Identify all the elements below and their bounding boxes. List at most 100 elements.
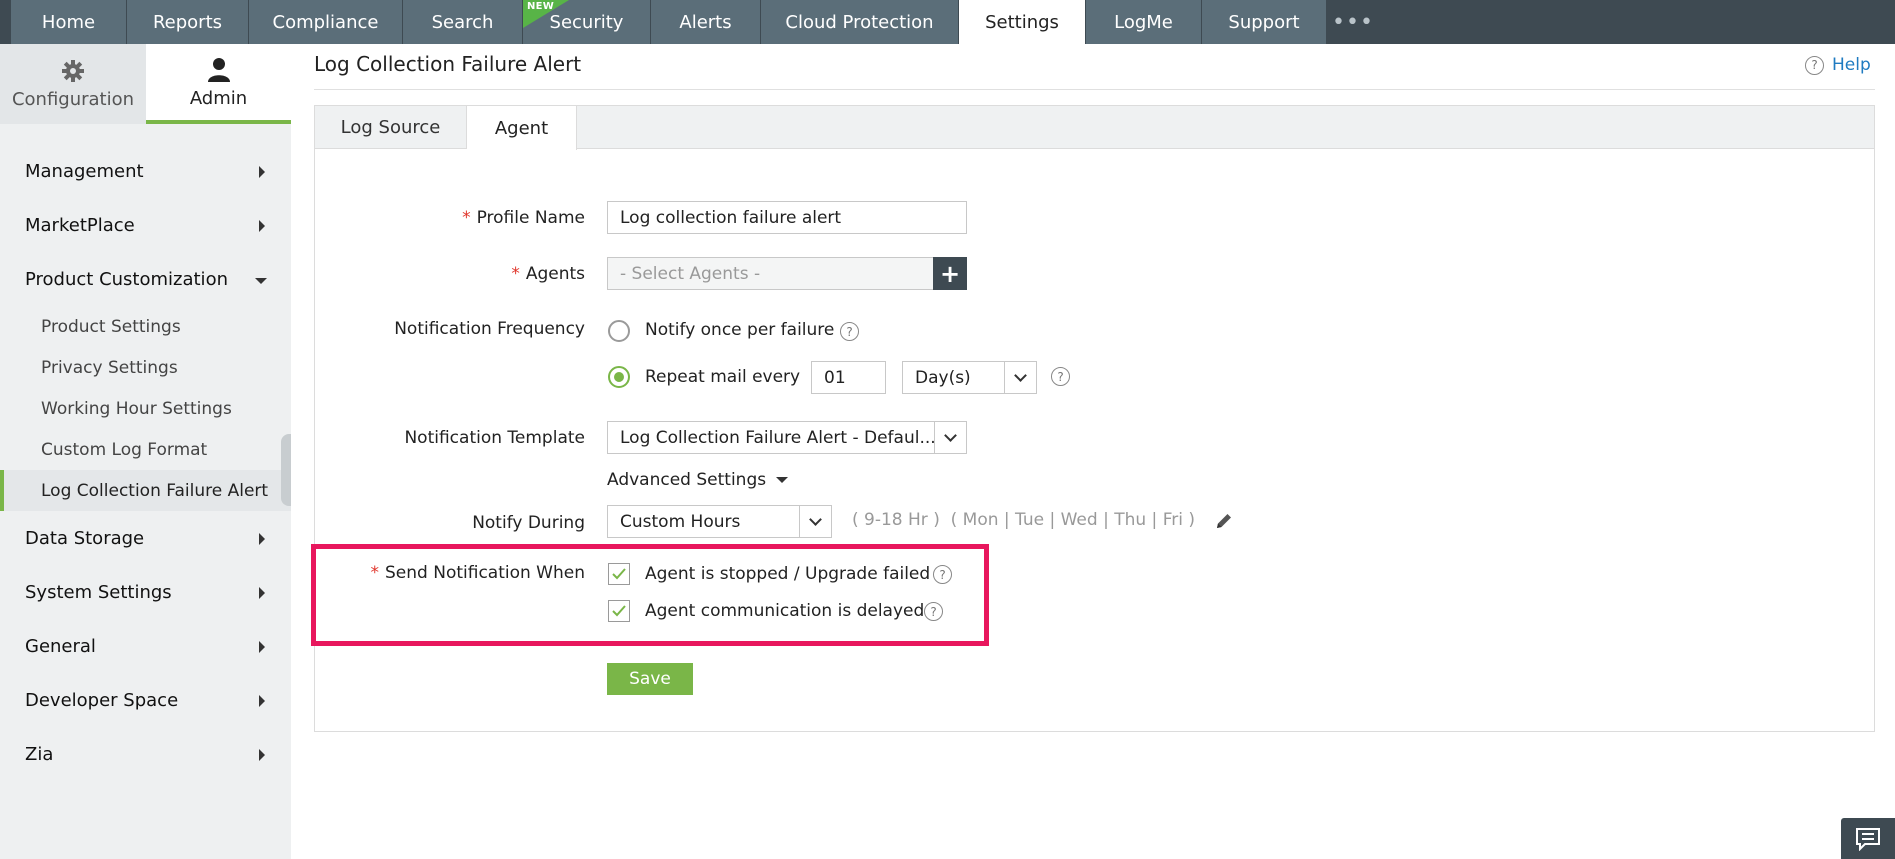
help-link[interactable]: ? Help xyxy=(1805,55,1871,75)
chevron-right-icon xyxy=(259,220,265,232)
save-button[interactable]: Save xyxy=(607,663,693,695)
chevron-right-icon xyxy=(259,166,265,178)
profile-name-input[interactable]: Log collection failure alert xyxy=(607,201,967,234)
notify-during-select[interactable]: Custom Hours xyxy=(607,505,832,538)
notification-template-select[interactable]: Log Collection Failure Alert - Defaul... xyxy=(607,421,967,454)
tab-agent[interactable]: Agent xyxy=(467,106,577,150)
checkmark-icon xyxy=(612,605,626,617)
sidebar-item-system-settings[interactable]: System Settings xyxy=(0,565,291,619)
sidebar-subitem-custom-log-format[interactable]: Custom Log Format xyxy=(0,429,291,470)
advanced-settings-label: Advanced Settings xyxy=(607,470,767,490)
sidebar-item-label: MarketPlace xyxy=(25,214,135,236)
required-mark: * xyxy=(462,208,471,228)
chevron-down-icon xyxy=(255,278,267,284)
notification-template-value: Log Collection Failure Alert - Defaul... xyxy=(620,427,936,448)
page-title: Log Collection Failure Alert xyxy=(314,52,582,76)
sidebar-item-developer-space[interactable]: Developer Space xyxy=(0,673,291,727)
sidebar-item-zia[interactable]: Zia xyxy=(0,727,291,781)
sidebar-item-label: Developer Space xyxy=(25,689,179,711)
notify-once-help-icon[interactable]: ? xyxy=(840,322,859,341)
agent-delayed-checkbox[interactable] xyxy=(608,600,630,622)
sidebar-item-product-customization[interactable]: Product Customization xyxy=(0,252,291,306)
sidebar-subitem-log-collection-failure-alert[interactable]: Log Collection Failure Alert xyxy=(0,470,291,511)
sidebar-item-label: Data Storage xyxy=(25,527,145,549)
content-tabbar: Log Source Agent xyxy=(315,106,1874,150)
advanced-settings-toggle[interactable]: Advanced Settings xyxy=(607,470,789,490)
title-divider xyxy=(314,89,1875,90)
sidebar-item-label: Product Customization xyxy=(25,268,228,290)
repeat-mail-radio[interactable] xyxy=(608,366,630,388)
chat-icon xyxy=(1856,827,1880,851)
sidebar-subitem-working-hour-settings[interactable]: Working Hour Settings xyxy=(0,388,291,429)
nav-tab-security[interactable]: NEW Security xyxy=(523,0,651,44)
gear-icon xyxy=(62,59,84,82)
pencil-edit-icon[interactable] xyxy=(1214,511,1234,531)
profile-name-label: * Profile Name xyxy=(380,208,585,228)
chevron-down-icon xyxy=(799,506,831,537)
repeat-unit-value: Day(s) xyxy=(915,367,971,388)
sidebar: Configuration Admin Management MarketPla… xyxy=(0,44,291,859)
profile-name-label-text: Profile Name xyxy=(476,208,585,228)
chevron-right-icon xyxy=(259,533,265,545)
nav-tab-cloud-protection[interactable]: Cloud Protection xyxy=(761,0,959,44)
sidebar-item-label: General xyxy=(25,635,96,657)
agent-stopped-help-icon[interactable]: ? xyxy=(933,565,952,584)
add-agent-button[interactable]: + xyxy=(933,257,967,290)
sidebar-tab-configuration-label: Configuration xyxy=(11,88,135,110)
sidebar-menu: Management MarketPlace Product Customiza… xyxy=(0,144,291,781)
custom-hours-summary: ( 9-18 Hr ) ( Mon | Tue | Wed | Thu | Fr… xyxy=(852,510,1195,530)
chevron-right-icon xyxy=(259,641,265,653)
notify-once-label: Notify once per failure xyxy=(645,320,835,340)
sidebar-tab-admin-label: Admin xyxy=(189,87,248,109)
user-icon xyxy=(207,57,230,82)
nav-tab-support[interactable]: Support xyxy=(1202,0,1327,44)
help-label: Help xyxy=(1832,55,1871,75)
nav-tab-logme[interactable]: LogMe xyxy=(1086,0,1202,44)
agent-stopped-checkbox[interactable] xyxy=(608,563,630,585)
nav-tab-home[interactable]: Home xyxy=(11,0,127,44)
agent-delayed-help-icon[interactable]: ? xyxy=(924,602,943,621)
sidebar-subitem-privacy-settings[interactable]: Privacy Settings xyxy=(0,347,291,388)
send-notification-when-label: * Send Notification When xyxy=(300,563,585,583)
tab-log-source[interactable]: Log Source xyxy=(315,106,467,149)
chat-button[interactable] xyxy=(1841,818,1895,859)
checkmark-icon xyxy=(612,568,626,580)
sidebar-item-label: Zia xyxy=(25,743,54,765)
sidebar-collapse-handle[interactable] xyxy=(281,434,291,506)
chevron-right-icon xyxy=(259,749,265,761)
sidebar-item-management[interactable]: Management xyxy=(0,144,291,198)
sidebar-item-data-storage[interactable]: Data Storage xyxy=(0,511,291,565)
chevron-down-icon xyxy=(934,422,966,453)
sidebar-item-general[interactable]: General xyxy=(0,619,291,673)
sidebar-tab-admin[interactable]: Admin xyxy=(146,44,291,124)
nav-tab-reports[interactable]: Reports xyxy=(127,0,249,44)
nav-tab-compliance[interactable]: Compliance xyxy=(249,0,403,44)
sidebar-subitem-product-settings[interactable]: Product Settings xyxy=(0,306,291,347)
chevron-right-icon xyxy=(259,695,265,707)
agents-select[interactable]: - Select Agents - xyxy=(607,257,934,290)
nav-tab-search[interactable]: Search xyxy=(403,0,523,44)
caret-down-icon xyxy=(776,477,789,483)
required-mark: * xyxy=(511,264,520,284)
new-badge: NEW xyxy=(527,1,555,12)
notify-once-radio[interactable] xyxy=(608,320,630,342)
repeat-mail-help-icon[interactable]: ? xyxy=(1051,367,1070,386)
sidebar-tab-configuration[interactable]: Configuration xyxy=(0,44,146,124)
notification-template-label: Notification Template xyxy=(404,428,585,448)
notify-during-label: Notify During xyxy=(472,513,585,533)
agents-label: * Agents xyxy=(380,264,585,284)
sidebar-item-marketplace[interactable]: MarketPlace xyxy=(0,198,291,252)
agent-stopped-label: Agent is stopped / Upgrade failed xyxy=(645,564,931,584)
sidebar-item-label: Management xyxy=(25,160,144,182)
form-panel: Log Source Agent xyxy=(314,105,1875,732)
notification-frequency-label: Notification Frequency xyxy=(394,319,585,339)
sidebar-item-label: System Settings xyxy=(25,581,172,603)
more-menu-icon[interactable]: ••• xyxy=(1332,0,1373,44)
repeat-interval-input[interactable]: 01 xyxy=(811,361,886,394)
agents-label-text: Agents xyxy=(525,264,585,284)
nav-tab-alerts[interactable]: Alerts xyxy=(651,0,761,44)
notify-during-value: Custom Hours xyxy=(620,511,741,532)
repeat-unit-select[interactable]: Day(s) xyxy=(902,361,1037,394)
nav-tab-settings[interactable]: Settings xyxy=(959,0,1086,44)
send-notification-when-label-text: Send Notification When xyxy=(385,563,585,583)
